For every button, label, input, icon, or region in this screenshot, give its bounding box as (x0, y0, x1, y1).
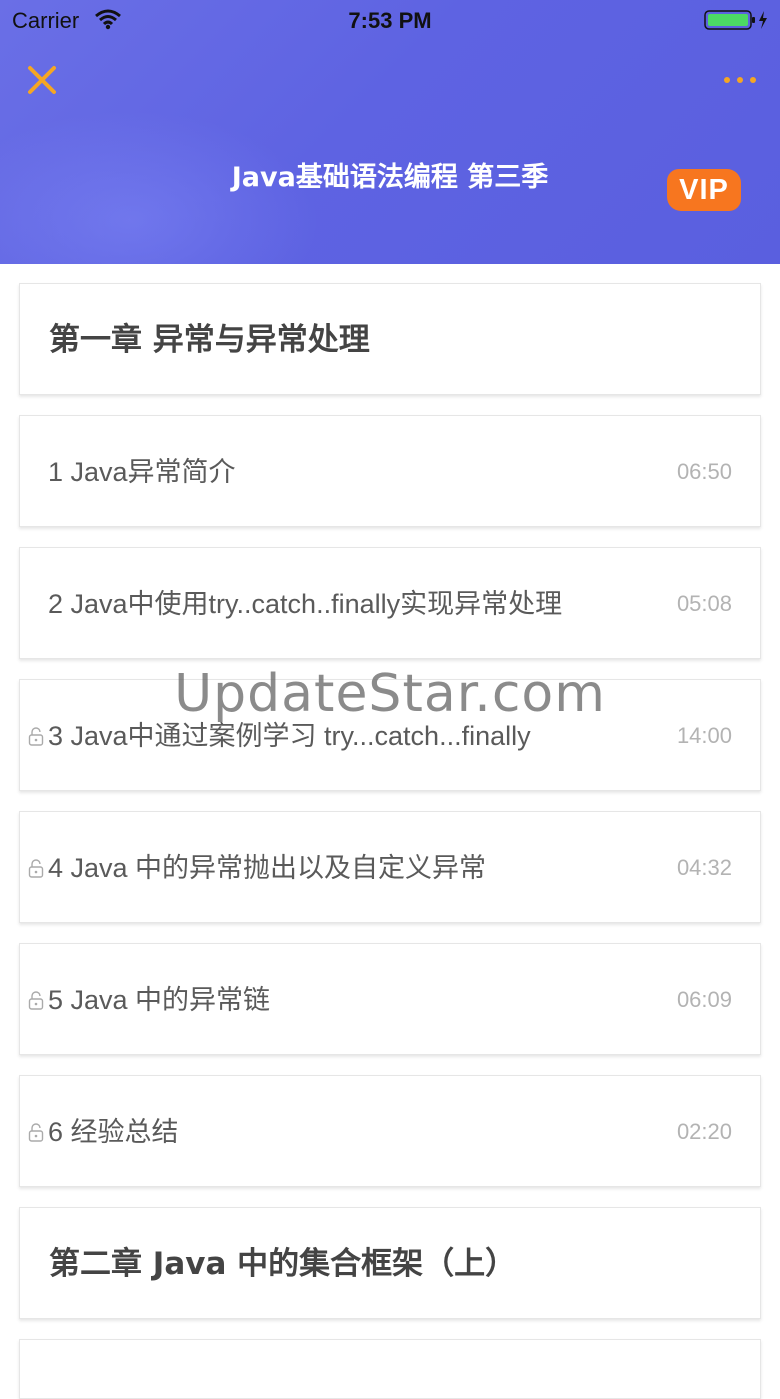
lock-icon (28, 859, 44, 878)
status-bar: Carrier 7:53 PM (0, 0, 780, 40)
lesson-duration: 06:50 (676, 459, 732, 484)
more-dot-icon (724, 77, 730, 83)
lock-icon (28, 991, 44, 1010)
lesson-duration: 05:08 (676, 591, 732, 616)
watermark-text: UpdateStar.com (174, 664, 606, 724)
lesson-title: 1 Java异常简介 (48, 457, 236, 487)
more-dot-icon (750, 77, 756, 83)
lesson-title: 5 Java 中的异常链 (48, 985, 271, 1015)
lesson-title: 2 Java中使用try..catch..finally实现异常处理 (48, 589, 563, 619)
chapter-title: 第二章 Java 中的集合框架（上） (49, 1246, 517, 1282)
close-button[interactable] (22, 60, 62, 100)
clock: 7:53 PM (348, 8, 432, 33)
lesson-item[interactable]: 1 Java异常简介 06:50 (19, 415, 761, 527)
lesson-item-partial[interactable] (19, 1339, 761, 1399)
chapter-header: 第一章 异常与异常处理 (19, 283, 761, 395)
lesson-item[interactable]: 2 Java中使用try..catch..finally实现异常处理 05:08 (19, 547, 761, 659)
vip-badge: VIP (667, 169, 741, 211)
lesson-duration: 02:20 (676, 1119, 732, 1144)
battery-icon (704, 9, 772, 37)
lesson-title: 6 经验总结 (48, 1117, 179, 1147)
lesson-title: 4 Java 中的异常抛出以及自定义异常 (48, 853, 487, 883)
lock-icon (28, 727, 44, 746)
course-header: Carrier 7:53 PM Java基础语法编程 第三季 VIP (0, 0, 780, 264)
lock-icon (28, 1123, 44, 1142)
lesson-item[interactable]: 4 Java 中的异常抛出以及自定义异常 04:32 (19, 811, 761, 923)
chapter-header: 第二章 Java 中的集合框架（上） (19, 1207, 761, 1319)
lesson-item[interactable]: 6 经验总结 02:20 (19, 1075, 761, 1187)
lesson-duration: 04:32 (676, 855, 732, 880)
more-dot-icon (737, 77, 743, 83)
more-options-button[interactable] (716, 66, 764, 94)
lesson-item[interactable]: 5 Java 中的异常链 06:09 (19, 943, 761, 1055)
chapter-title: 第一章 异常与异常处理 (49, 322, 370, 358)
lesson-duration: 06:09 (676, 987, 732, 1012)
close-icon (28, 66, 56, 94)
course-title: Java基础语法编程 第三季 (231, 162, 549, 193)
